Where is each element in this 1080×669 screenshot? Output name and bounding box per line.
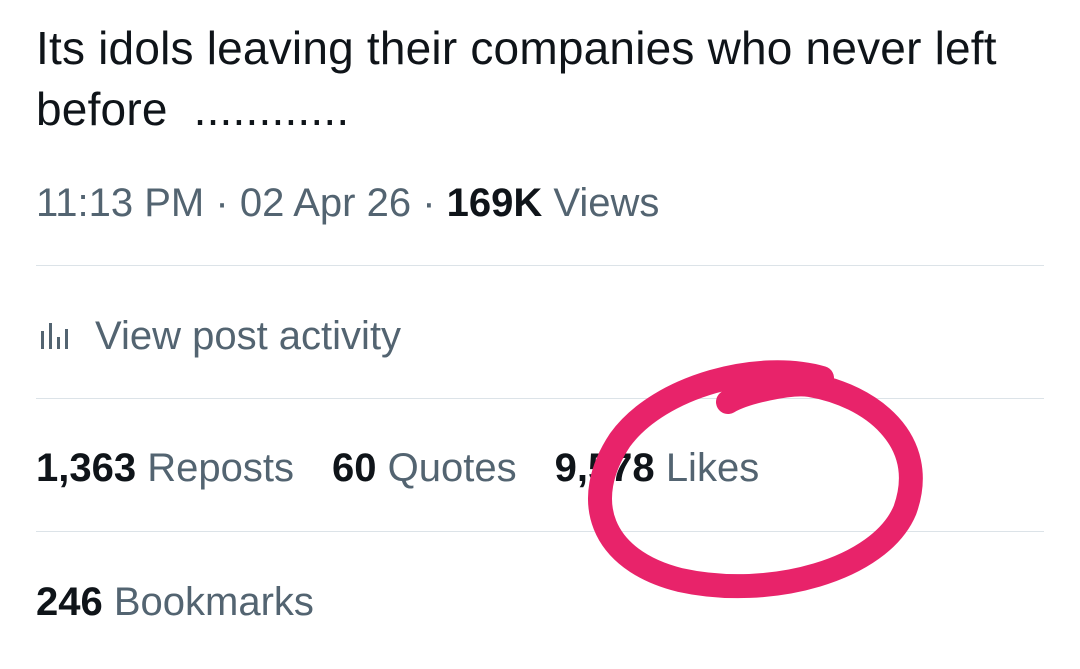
post-text: Its idols leaving their companies who ne… xyxy=(36,22,1010,135)
engagement-stats: 1,363 Reposts 60 Quotes 9,578 Likes xyxy=(36,440,797,496)
quotes-stat[interactable]: 60 Quotes xyxy=(332,446,517,491)
bookmarks-label: Bookmarks xyxy=(113,579,314,624)
reposts-label: Reposts xyxy=(147,445,294,490)
quotes-count: 60 xyxy=(331,445,377,490)
meta-separator: · xyxy=(422,181,436,225)
post-time[interactable]: 11:13 PM xyxy=(36,181,204,225)
likes-stat[interactable]: 9,578 Likes xyxy=(555,446,760,491)
likes-count: 9,578 xyxy=(554,445,655,490)
view-post-activity-link[interactable]: View post activity xyxy=(36,308,401,364)
meta-separator: · xyxy=(215,181,229,225)
reposts-stat[interactable]: 1,363 Reposts xyxy=(36,446,294,491)
views-label: Views xyxy=(553,181,660,225)
reposts-count: 1,363 xyxy=(36,445,137,490)
divider xyxy=(36,531,1044,532)
bar-chart-icon xyxy=(41,323,68,349)
quotes-label: Quotes xyxy=(387,445,517,490)
views-count: 169K xyxy=(446,181,543,225)
bookmarks-stat[interactable]: 246 Bookmarks xyxy=(36,574,314,630)
divider xyxy=(36,398,1044,399)
view-post-activity-label: View post activity xyxy=(95,313,402,358)
post-date[interactable]: 02 Apr 26 xyxy=(240,181,411,225)
divider xyxy=(36,265,1044,266)
post-meta: 11:13 PM · 02 Apr 26 · 169K Views xyxy=(36,176,659,230)
bookmarks-count: 246 xyxy=(36,579,103,624)
likes-label: Likes xyxy=(665,445,760,490)
